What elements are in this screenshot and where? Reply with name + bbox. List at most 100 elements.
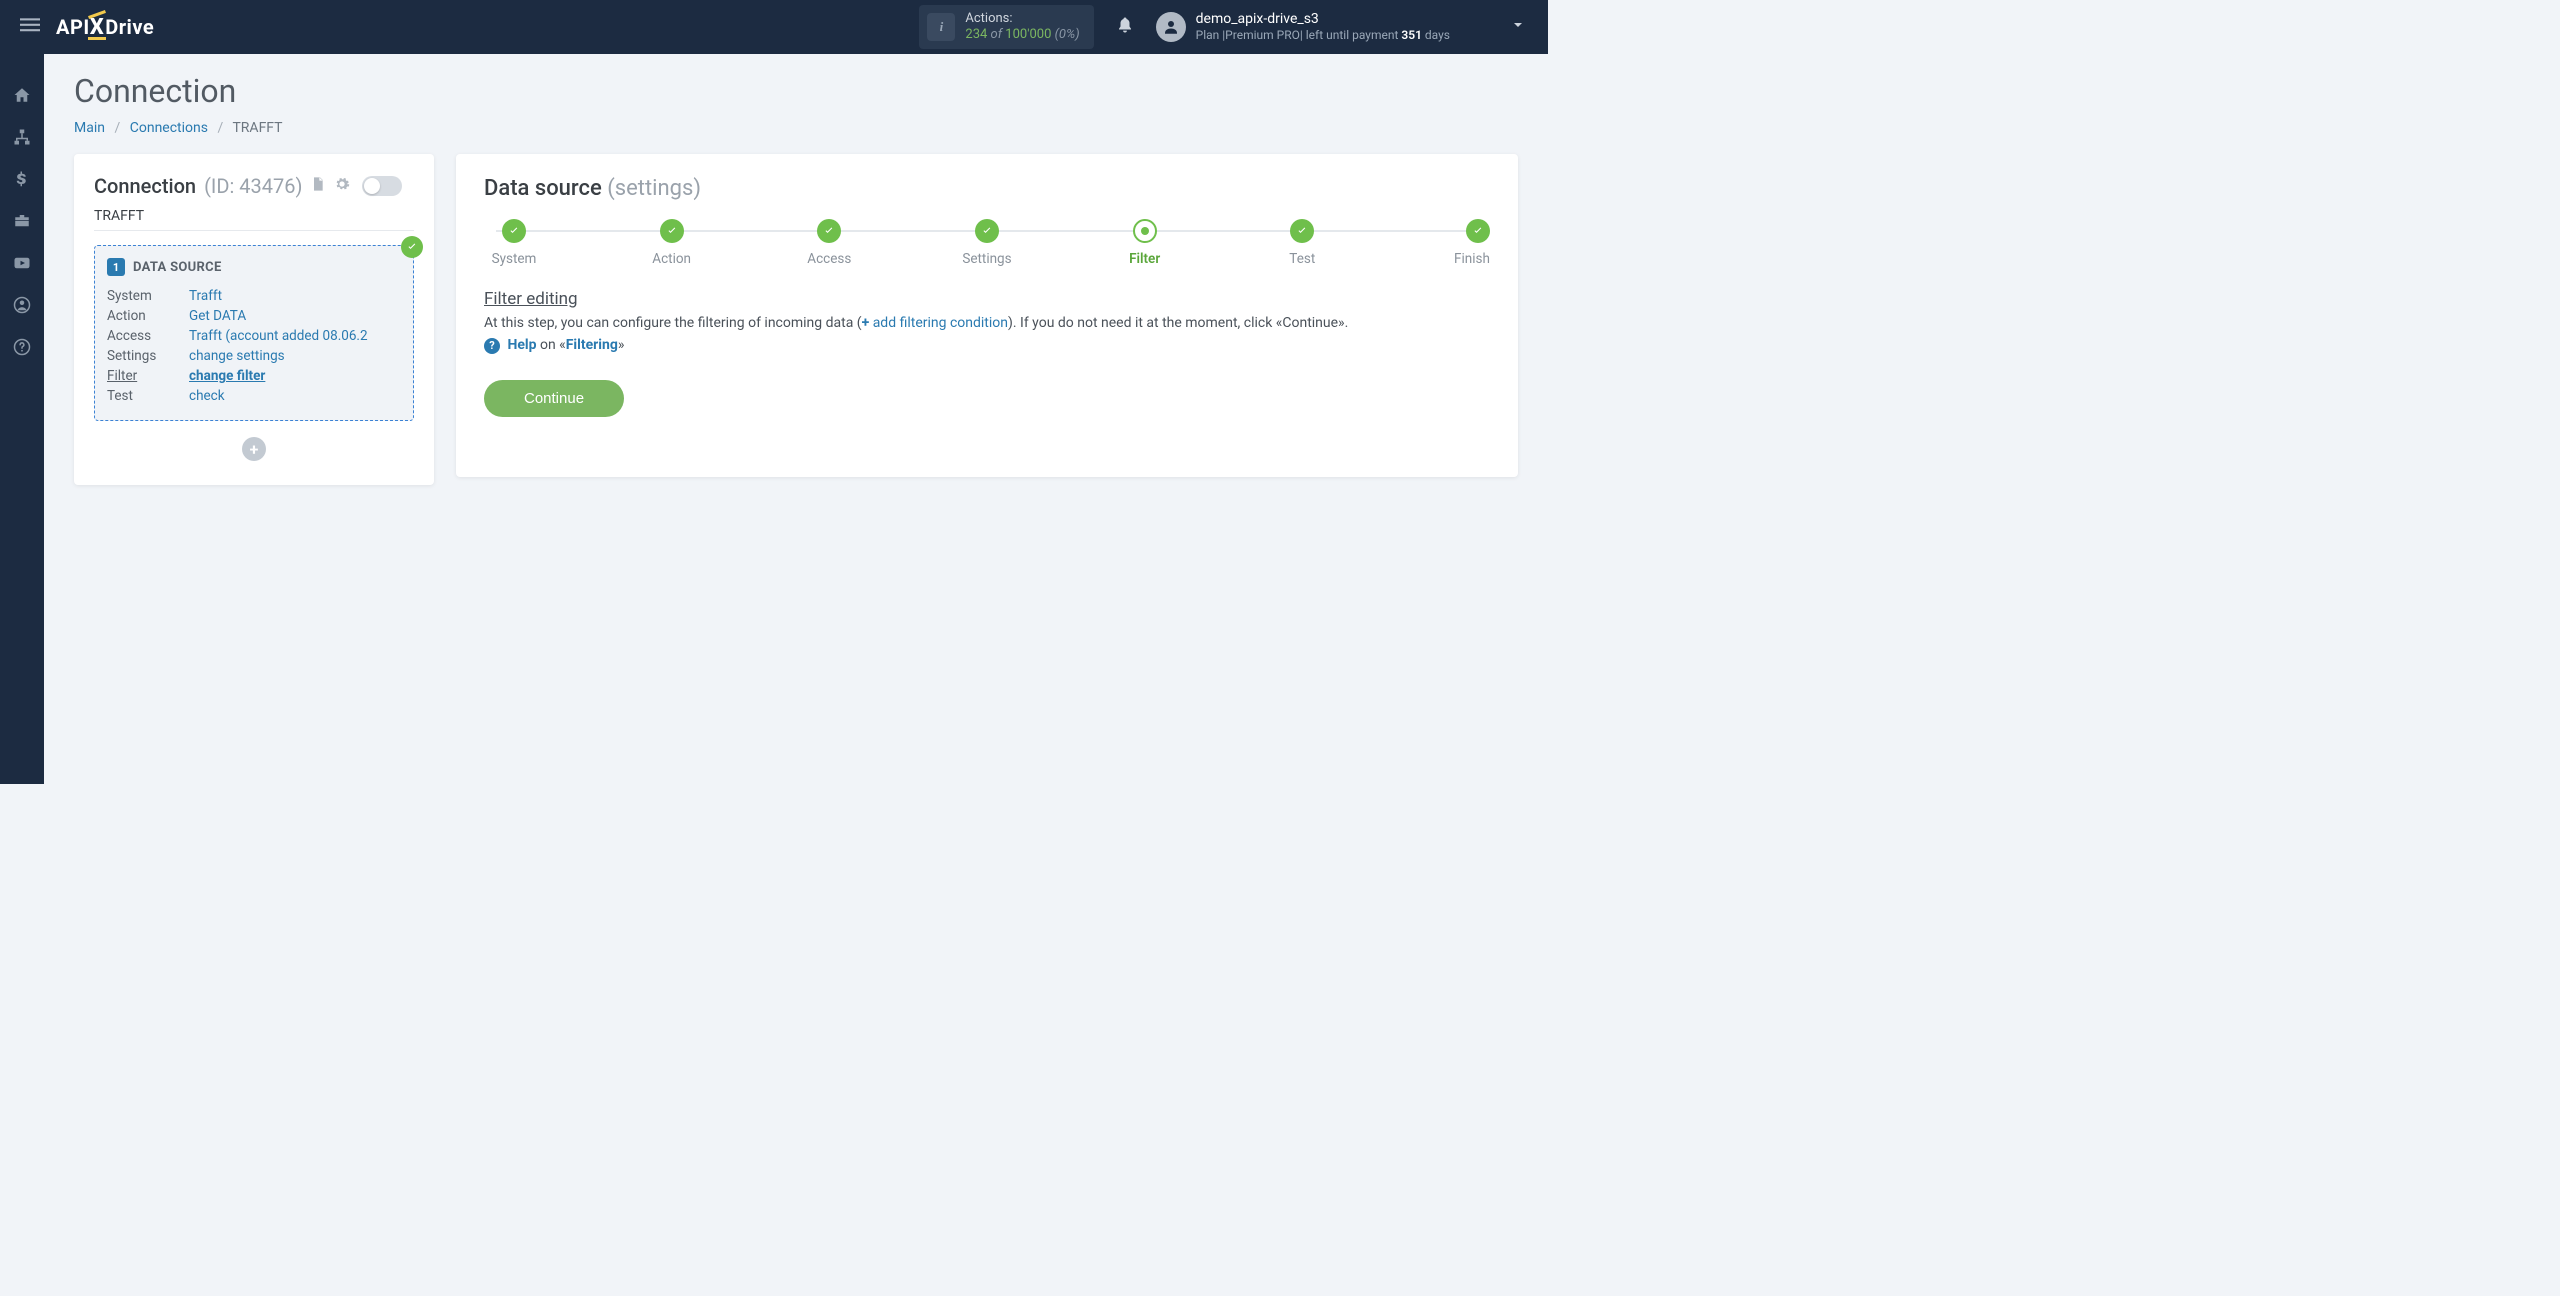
ds-row-value[interactable]: Get DATA	[189, 308, 401, 324]
ds-row-value[interactable]: Trafft	[189, 288, 401, 304]
crumb-connections[interactable]: Connections	[130, 120, 208, 136]
hamburger-icon	[20, 15, 40, 35]
step-label: Filter	[1129, 251, 1160, 267]
ds-row-label: System	[107, 288, 189, 304]
info-icon: i	[927, 13, 955, 41]
step-system[interactable]: System	[484, 219, 544, 267]
topbar: APIXDrive i Actions: 234 of 100'000 (0%)…	[0, 0, 1548, 54]
connection-title: Connection	[94, 174, 196, 198]
block-number: 1	[107, 258, 125, 276]
check-icon	[981, 225, 993, 237]
user-name: demo_apix-drive_s3	[1196, 11, 1450, 28]
ds-row-label: Action	[107, 308, 189, 324]
check-icon	[666, 225, 678, 237]
step-action[interactable]: Action	[642, 219, 702, 267]
ds-row-value[interactable]: Trafft (account added 08.06.2	[189, 328, 401, 344]
step-settings[interactable]: Settings	[957, 219, 1017, 267]
stepper: System Action Access Settings Filter Test Fini…	[484, 219, 1490, 267]
step-label: Action	[652, 251, 691, 267]
side-nav	[0, 54, 44, 784]
step-finish[interactable]: Finish	[1430, 219, 1490, 267]
check-icon	[1472, 225, 1484, 237]
nav-connections[interactable]	[0, 116, 44, 158]
settings-card: Data source (settings) System Action Acces…	[456, 154, 1518, 477]
crumb-current: TRAFFT	[232, 120, 282, 136]
sitemap-icon	[13, 128, 31, 146]
help-topic[interactable]: Filtering	[566, 337, 618, 353]
youtube-icon	[13, 254, 31, 272]
check-icon	[406, 241, 418, 253]
section-title: Filter editing	[484, 289, 1490, 309]
home-icon	[13, 86, 31, 104]
actions-counter[interactable]: i Actions: 234 of 100'000 (0%)	[919, 5, 1093, 48]
block-complete-badge	[401, 236, 423, 258]
ds-row-value[interactable]: check	[189, 388, 401, 404]
step-filter[interactable]: Filter	[1115, 219, 1175, 267]
step-label: System	[492, 251, 537, 267]
check-icon	[823, 225, 835, 237]
nav-billing[interactable]	[0, 158, 44, 200]
ds-row-label: Settings	[107, 348, 189, 364]
settings-button[interactable]	[334, 176, 350, 196]
step-label: Access	[807, 251, 851, 267]
check-icon	[1296, 225, 1308, 237]
step-test[interactable]: Test	[1272, 219, 1332, 267]
user-menu[interactable]: demo_apix-drive_s3 Plan |Premium PRO| le…	[1156, 11, 1450, 42]
page-title: Connection	[74, 72, 1518, 110]
nav-home[interactable]	[0, 74, 44, 116]
ds-row: Testcheck	[107, 386, 401, 406]
connection-name: TRAFFT	[94, 208, 414, 231]
nav-marketplace[interactable]	[0, 200, 44, 242]
dollar-icon	[13, 170, 31, 188]
step-label: Finish	[1454, 251, 1490, 267]
step-label: Test	[1289, 251, 1315, 267]
ds-row-label: Test	[107, 388, 189, 404]
briefcase-icon	[13, 212, 31, 230]
user-plan: Plan |Premium PRO| left until payment 35…	[1196, 28, 1450, 42]
ds-row: AccessTrafft (account added 08.06.2	[107, 326, 401, 346]
ds-row: Filterchange filter	[107, 366, 401, 386]
connection-card: Connection (ID: 43476) TRAFFT 1 DATA SOU…	[74, 154, 434, 485]
breadcrumb: Main / Connections / TRAFFT	[74, 120, 1518, 136]
menu-toggle[interactable]	[12, 7, 48, 47]
help-link[interactable]: Help	[507, 337, 536, 353]
ds-row: Settingschange settings	[107, 346, 401, 366]
section-description: At this step, you can configure the filt…	[484, 313, 1490, 333]
ds-row: ActionGet DATA	[107, 306, 401, 326]
connection-toggle[interactable]	[362, 176, 402, 196]
add-block-button[interactable]: +	[242, 437, 266, 461]
file-icon	[310, 176, 326, 192]
add-filter-link[interactable]: add filtering condition	[869, 315, 1008, 331]
step-access[interactable]: Access	[799, 219, 859, 267]
logo[interactable]: APIXDrive	[56, 15, 154, 40]
bell-icon	[1116, 16, 1134, 34]
check-icon	[508, 225, 520, 237]
avatar	[1156, 12, 1186, 42]
user-icon	[1162, 18, 1180, 36]
help-icon: ?	[484, 338, 500, 354]
actions-value: 234 of 100'000 (0%)	[965, 27, 1079, 43]
gear-icon	[334, 176, 350, 192]
ds-row-value[interactable]: change settings	[189, 348, 401, 364]
data-source-block[interactable]: 1 DATA SOURCE SystemTrafftActionGet DATA…	[94, 245, 414, 421]
nav-help[interactable]	[0, 326, 44, 368]
user-menu-toggle[interactable]	[1450, 17, 1536, 37]
connection-id: (ID: 43476)	[204, 174, 302, 198]
user-circle-icon	[13, 296, 31, 314]
crumb-main[interactable]: Main	[74, 120, 105, 136]
copy-button[interactable]	[310, 176, 326, 196]
ds-row-value[interactable]: change filter	[189, 368, 401, 384]
step-label: Settings	[962, 251, 1011, 267]
settings-title: Data source (settings)	[484, 176, 1490, 201]
ds-row: SystemTrafft	[107, 286, 401, 306]
ds-row-label: Access	[107, 328, 189, 344]
nav-account[interactable]	[0, 284, 44, 326]
notifications-button[interactable]	[1116, 16, 1134, 38]
nav-video[interactable]	[0, 242, 44, 284]
actions-label: Actions:	[965, 11, 1079, 27]
block-title: DATA SOURCE	[133, 260, 222, 275]
ds-row-label: Filter	[107, 368, 189, 384]
help-row: ? Help on «Filtering»	[484, 337, 1490, 354]
question-icon	[13, 338, 31, 356]
continue-button[interactable]: Continue	[484, 380, 624, 417]
